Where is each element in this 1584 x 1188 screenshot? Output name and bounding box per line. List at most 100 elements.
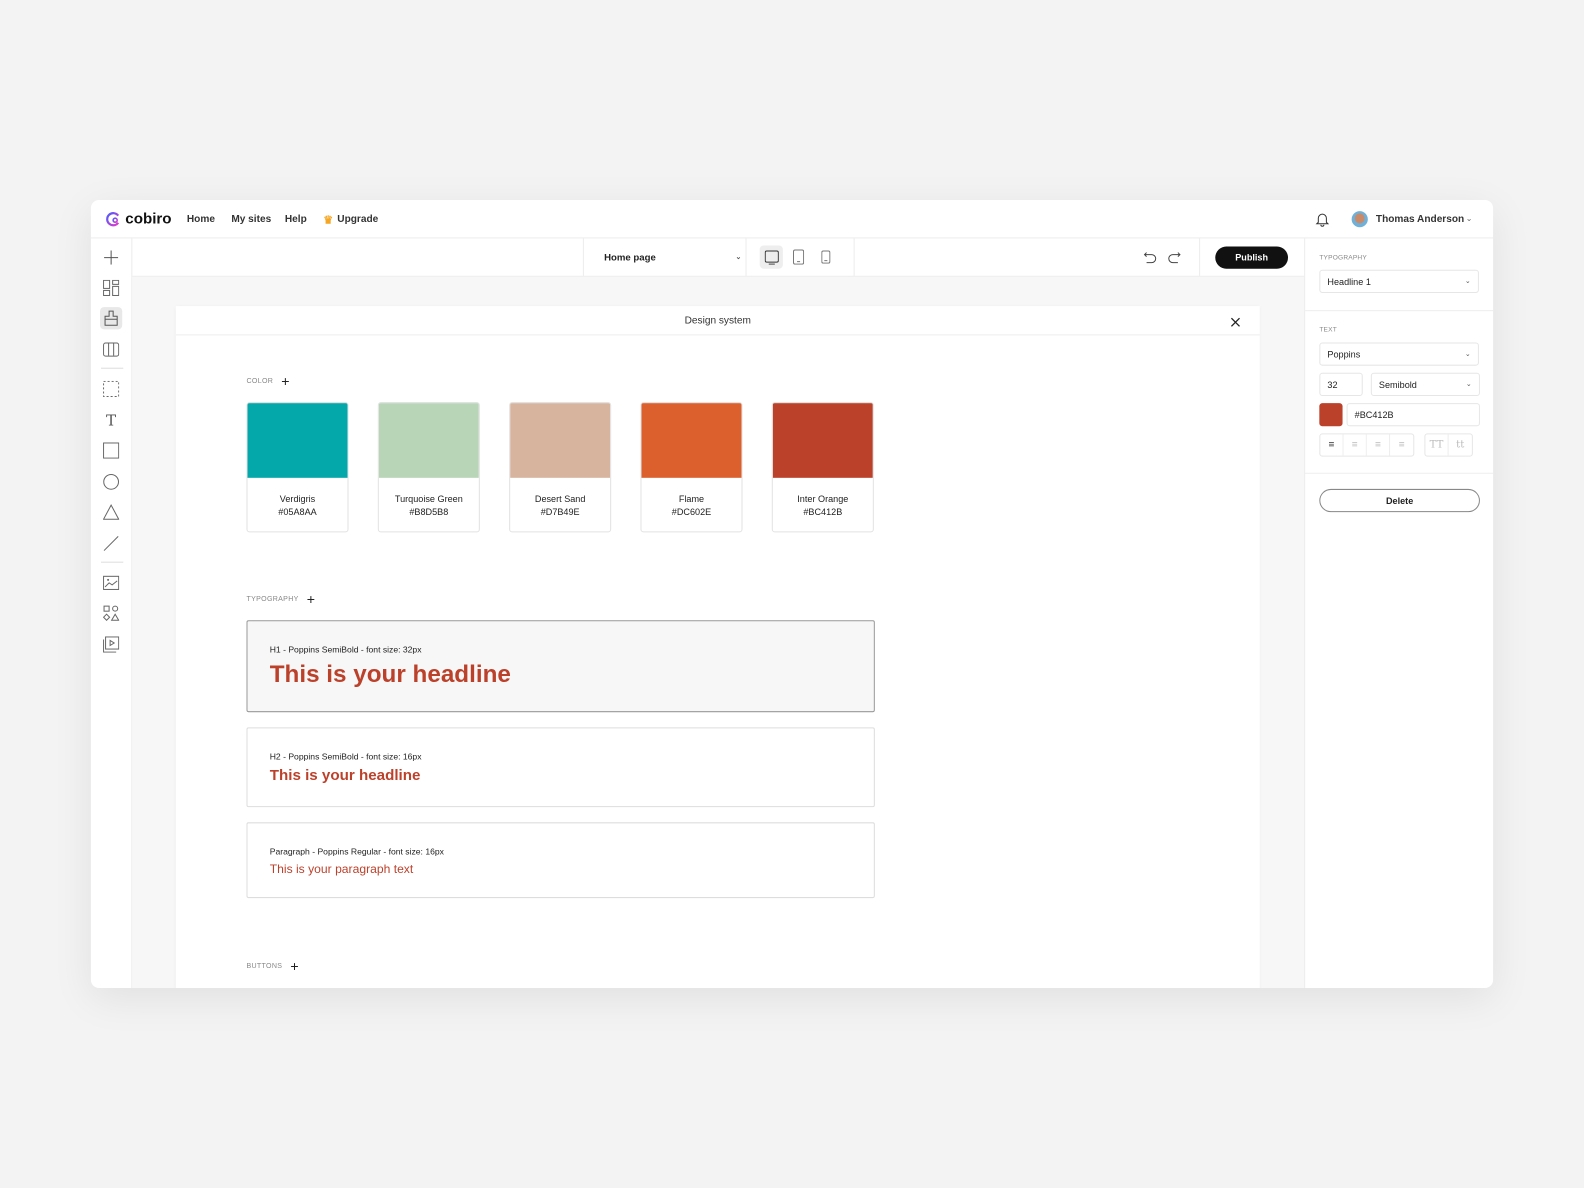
add-button-icon[interactable]: + (290, 958, 299, 974)
mobile-view-icon[interactable] (821, 250, 831, 269)
circle-icon[interactable] (100, 471, 122, 493)
text-case-group: TT tt (1424, 433, 1473, 457)
font-weight-select[interactable]: Semibold ⌄ (1370, 372, 1480, 396)
page-select-value: Home page (604, 252, 656, 264)
publish-button[interactable]: Publish (1215, 246, 1289, 269)
divider (101, 367, 124, 369)
chevron-down-icon: ⌄ (735, 253, 742, 261)
triangle-icon[interactable] (100, 501, 122, 523)
color-swatch (510, 403, 611, 478)
editor-window: cobiro Home My sites Help ♛ Upgrade Thom… (90, 200, 1494, 988)
rectangle-icon[interactable] (100, 439, 122, 461)
color-swatch[interactable] (1319, 403, 1343, 427)
align-justify-icon[interactable]: ≡ (1390, 434, 1413, 455)
text-icon[interactable]: T (100, 409, 122, 431)
nav-home[interactable]: Home (187, 214, 215, 225)
user-name[interactable]: Thomas Anderson (1376, 214, 1464, 225)
color-card[interactable]: Verdigris #05A8AA (246, 402, 349, 533)
desktop-view-icon[interactable] (759, 245, 783, 269)
image-icon[interactable] (100, 572, 122, 594)
style-value: Headline 1 (1327, 276, 1371, 287)
cobiro-logo-icon (106, 211, 120, 226)
color-name: Turquoise Green (394, 493, 463, 505)
editor-toolbar: Home page ⌄ Publish (132, 238, 1305, 277)
color-name: Desert Sand (534, 493, 586, 505)
color-card[interactable]: Flame #DC602E (640, 402, 743, 533)
redo-icon[interactable] (1168, 251, 1181, 269)
typography-sample: This is your headline (269, 660, 511, 688)
nav-upgrade[interactable]: ♛ Upgrade (323, 213, 378, 226)
uppercase-button[interactable]: TT (1425, 434, 1449, 456)
typography-item-h2[interactable]: H2 - Poppins SemiBold - font size: 16px … (246, 727, 875, 808)
video-icon[interactable] (100, 633, 122, 655)
typography-sample: This is your headline (269, 766, 421, 784)
delete-button[interactable]: Delete (1319, 488, 1480, 513)
line-icon[interactable] (100, 532, 122, 554)
select-area-icon[interactable] (100, 378, 122, 400)
color-name: Verdigris (279, 493, 316, 505)
typography-item-paragraph[interactable]: Paragraph - Poppins Regular - font size:… (246, 822, 875, 899)
nav-my-sites[interactable]: My sites (231, 214, 271, 225)
color-hex-input[interactable]: #BC412B (1346, 403, 1480, 427)
logo[interactable]: cobiro (105, 210, 172, 227)
color-hex: #DC602E (671, 507, 712, 518)
typography-meta: H1 - Poppins SemiBold - font size: 32px (269, 644, 422, 655)
shapes-icon[interactable] (100, 602, 122, 624)
color-hex: #05A8AA (278, 507, 317, 518)
divider (1305, 472, 1494, 474)
page-select[interactable]: Home page ⌄ (597, 246, 749, 268)
text-align-group: ≡ ≡ ≡ ≡ (1319, 433, 1415, 457)
upgrade-label: Upgrade (337, 214, 379, 226)
align-center-icon[interactable]: ≡ (1344, 434, 1367, 456)
divider (101, 561, 124, 563)
color-card[interactable]: Inter Orange #BC412B (771, 402, 874, 533)
brand-name: cobiro (125, 210, 172, 228)
align-right-icon[interactable]: ≡ (1367, 434, 1391, 456)
left-toolbar: T (91, 238, 133, 988)
top-nav: cobiro Home My sites Help ♛ Upgrade Thom… (90, 200, 1494, 239)
user-menu-chevron-icon[interactable]: ⌄ (1466, 214, 1473, 223)
chevron-down-icon: ⌄ (1464, 277, 1471, 285)
font-value: Poppins (1327, 349, 1361, 360)
color-hex: #D7B49E (540, 507, 580, 518)
columns-icon[interactable] (100, 338, 122, 360)
buttons-section-label: BUTTONS + (246, 958, 298, 974)
close-icon[interactable] (1230, 314, 1240, 332)
typography-sample: This is your paragraph text (269, 861, 414, 876)
typography-meta: H2 - Poppins SemiBold - font size: 16px (269, 751, 422, 762)
typography-item-h1[interactable]: H1 - Poppins SemiBold - font size: 32px … (246, 620, 875, 713)
color-card[interactable]: Turquoise Green #B8D5B8 (377, 402, 480, 533)
typography-label: TYPOGRAPHY (246, 595, 299, 603)
font-size-input[interactable]: 32 (1319, 372, 1363, 396)
modal-title: Design system (175, 306, 1260, 336)
color-name: Flame (678, 493, 705, 505)
color-section-label: COLOR + (246, 373, 289, 389)
color-card[interactable]: Desert Sand #D7B49E (509, 402, 612, 533)
tablet-view-icon[interactable] (793, 249, 805, 270)
add-color-icon[interactable]: + (281, 373, 290, 389)
crown-icon: ♛ (323, 214, 334, 227)
bell-icon[interactable] (1314, 211, 1330, 227)
color-hex: #BC412B (803, 507, 843, 518)
properties-panel: TYPOGRAPHY Headline 1 ⌄ TEXT Poppins ⌄ 32 … (1304, 238, 1494, 988)
add-icon[interactable] (100, 246, 122, 268)
undo-icon[interactable] (1143, 251, 1157, 269)
color-hex: #B8D5B8 (409, 507, 449, 518)
color-name: Inter Orange (797, 493, 849, 505)
canvas: Design system COLOR + Verdigris #05A8AA Tur… (132, 276, 1305, 988)
nav-help[interactable]: Help (285, 214, 307, 225)
buttons-label: BUTTONS (246, 962, 283, 970)
lowercase-button[interactable]: tt (1449, 434, 1472, 455)
typography-section-label: TYPOGRAPHY + (246, 591, 315, 607)
weight-value: Semibold (1378, 379, 1417, 390)
font-family-select[interactable]: Poppins ⌄ (1319, 342, 1479, 366)
design-system-modal: Design system COLOR + Verdigris #05A8AA Tur… (175, 306, 1260, 988)
typography-style-select[interactable]: Headline 1 ⌄ (1319, 269, 1479, 293)
add-typography-icon[interactable]: + (307, 591, 316, 607)
layout-icon[interactable] (100, 277, 122, 299)
align-left-icon[interactable]: ≡ (1320, 434, 1344, 456)
text-panel-label: TEXT (1319, 326, 1337, 334)
avatar[interactable] (1351, 211, 1368, 228)
typography-meta: Paragraph - Poppins Regular - font size:… (269, 846, 444, 857)
design-brush-icon[interactable] (100, 307, 123, 330)
